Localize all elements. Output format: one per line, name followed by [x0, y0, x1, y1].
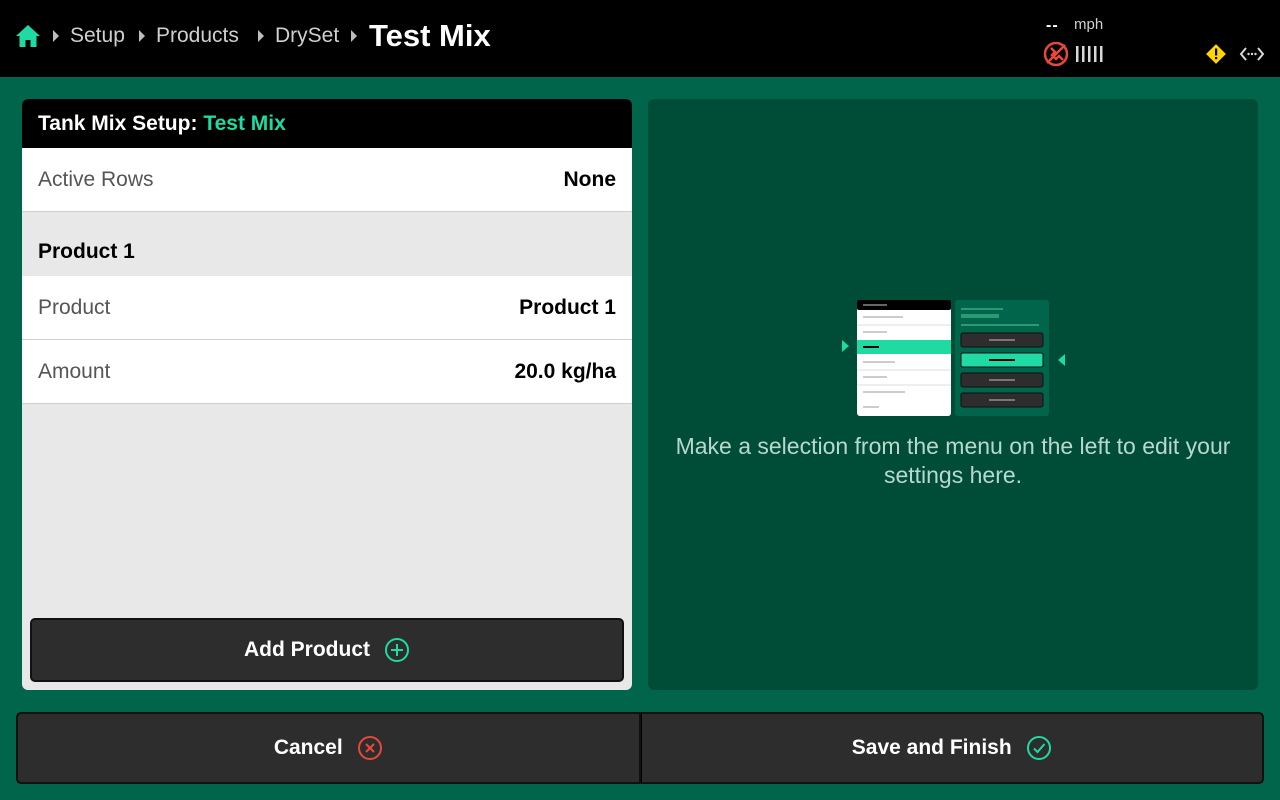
cancel-circle-icon [357, 736, 382, 760]
gps-signal-lost-icon[interactable] [1043, 41, 1069, 67]
speed-value: -- [1046, 17, 1059, 34]
chevron-right-icon [258, 30, 264, 42]
breadcrumb-products[interactable]: Products [156, 23, 239, 49]
active-rows-row[interactable]: Active Rows None [22, 148, 632, 212]
product-label: Product [38, 296, 111, 319]
page-title: Test Mix [369, 18, 491, 53]
settings-panel: Make a selection from the menu on the le… [648, 99, 1258, 690]
menu-selection-illustration [842, 300, 1065, 416]
active-rows-value: None [563, 168, 617, 191]
footer-actions: Cancel Save and Finish [16, 712, 1264, 784]
breadcrumb-setup[interactable]: Setup [70, 23, 125, 49]
panel-title-prefix: Tank Mix Setup: [38, 112, 198, 135]
section-title: Product 1 [22, 212, 632, 276]
save-label: Save and Finish [851, 736, 1012, 759]
add-product-label: Add Product [244, 638, 370, 661]
cancel-button[interactable]: Cancel [16, 712, 641, 784]
home-icon[interactable] [15, 23, 41, 49]
panel-title-name: Test Mix [203, 112, 286, 135]
warning-icon[interactable] [1205, 43, 1227, 65]
empty-state-message: Make a selection from the menu on the le… [675, 433, 1231, 488]
top-bar: Setup Products DrySet Test Mix -- mph [0, 0, 1280, 77]
add-product-button[interactable]: Add Product [30, 618, 624, 682]
breadcrumb-dryset[interactable]: DrySet [275, 23, 339, 49]
connection-icon[interactable] [1239, 44, 1265, 64]
tank-mix-setup-panel: Tank Mix Setup: Test Mix Active Rows Non… [22, 99, 632, 690]
plus-circle-icon [385, 638, 409, 662]
product-row[interactable]: Product Product 1 [22, 276, 632, 340]
save-and-finish-button[interactable]: Save and Finish [640, 712, 1264, 784]
product-value: Product 1 [519, 296, 616, 319]
cancel-label: Cancel [273, 736, 343, 759]
chevron-right-icon [139, 30, 145, 42]
amount-label: Amount [38, 360, 111, 383]
chevron-right-icon [53, 30, 59, 42]
chevron-right-icon [351, 30, 357, 42]
amount-value: 20.0 kg/ha [514, 360, 616, 383]
speed-unit: mph [1074, 16, 1104, 33]
panel-header: Tank Mix Setup: Test Mix [22, 99, 632, 148]
signal-bars-icon [1076, 46, 1103, 62]
amount-row[interactable]: Amount 20.0 kg/ha [22, 340, 632, 404]
check-circle-icon [1026, 736, 1051, 760]
active-rows-label: Active Rows [38, 168, 154, 191]
